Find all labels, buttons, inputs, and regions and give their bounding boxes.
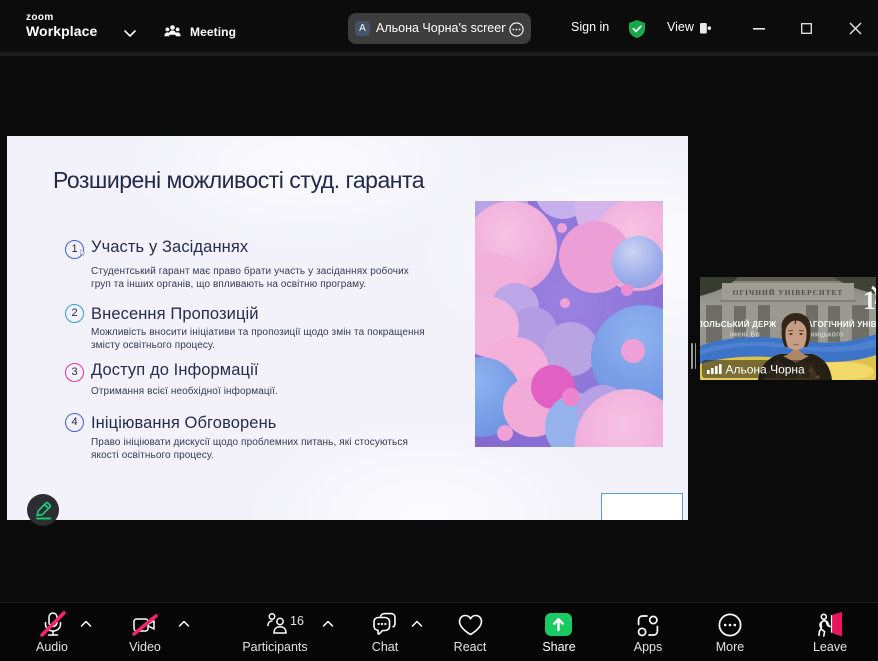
svg-text:ОГІЧНИЙ УНІВЕРСИТЕТ: ОГІЧНИЙ УНІВЕРСИТЕТ	[733, 288, 844, 297]
svg-text:ДАГОГІЧНИЙ УНІВЕ: ДАГОГІЧНИЙ УНІВЕ	[801, 320, 876, 329]
svg-text:імені Бо: імені Бо	[730, 331, 760, 339]
svg-text:Альона Чорна: Альона Чорна	[726, 363, 806, 377]
svg-text:ПОЛЬСЬКИЙ ДЕРЖ: ПОЛЬСЬКИЙ ДЕРЖ	[700, 320, 777, 329]
